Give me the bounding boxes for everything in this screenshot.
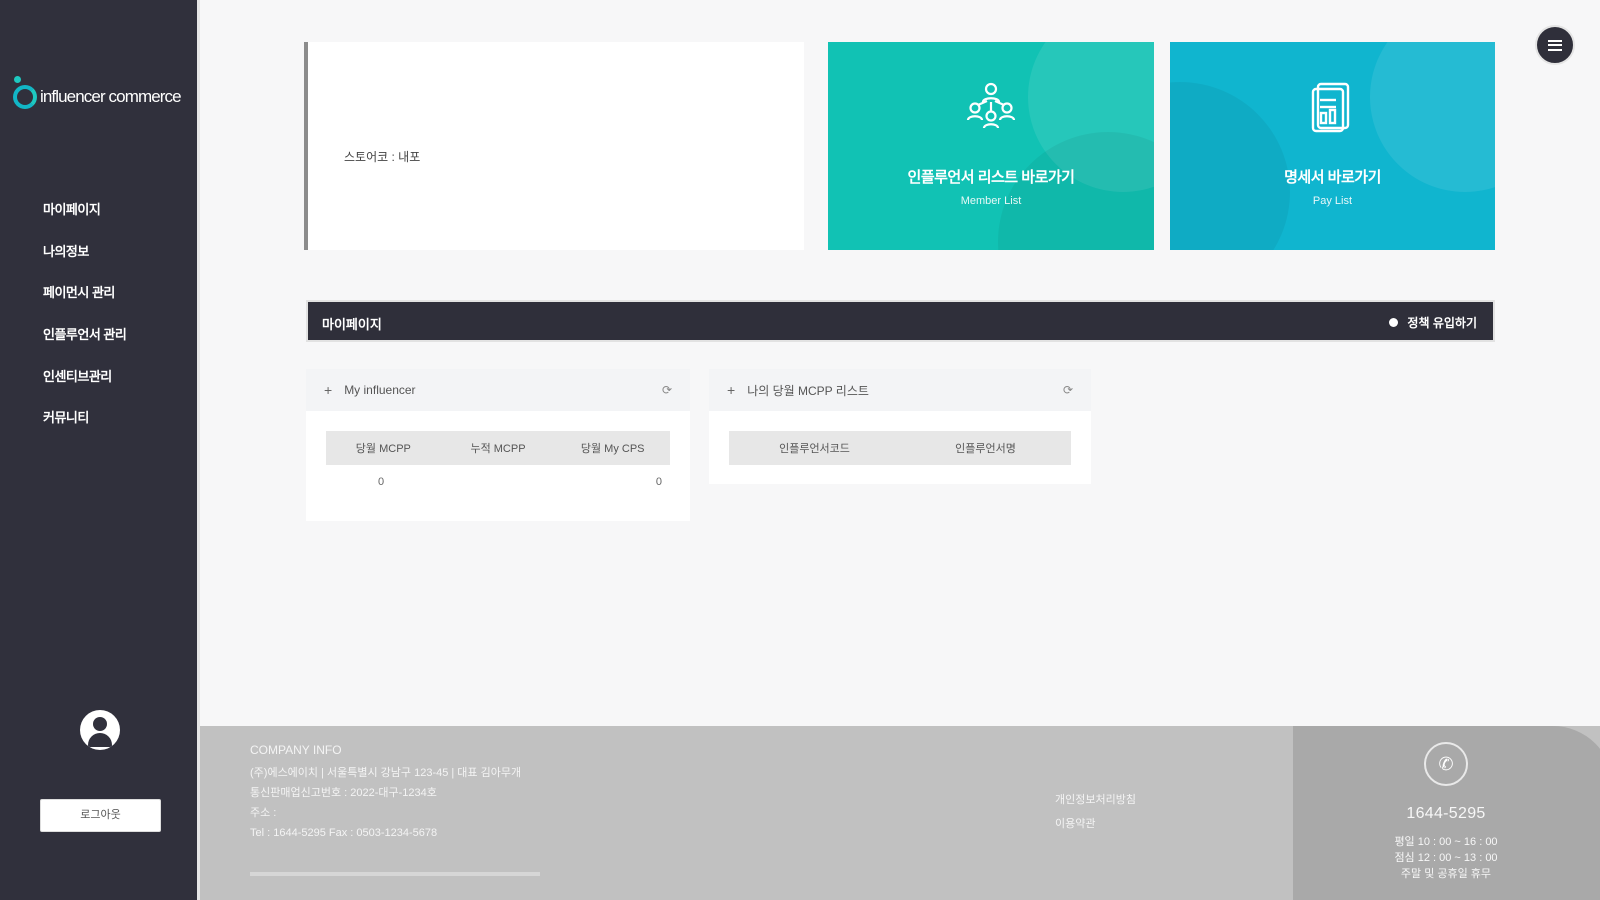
footer-links: 개인정보처리방침 이용약관 [1055, 788, 1136, 836]
mcpp-list-panel: + 나의 당월 MCPP 리스트 ⟳ 인플루언서코드 인플루언서명 [709, 369, 1091, 484]
sidebar-item-influencer-management[interactable]: 인플루언서 관리 [43, 327, 127, 369]
terms-link[interactable]: 이용약관 [1055, 812, 1136, 836]
company-heading: COMPANY INFO [250, 743, 342, 757]
company-line: Tel : 1644-5295 Fax : 0503-1234-5678 [250, 827, 438, 839]
panel-header: + 나의 당월 MCPP 리스트 ⟳ [709, 369, 1091, 411]
logo-text: influencer commerce [40, 87, 182, 106]
panel-header: + My influencer ⟳ [306, 369, 690, 411]
cs-phone-number[interactable]: 1644-5295 [1293, 805, 1599, 823]
company-line: 주소 : [250, 807, 277, 819]
table-cell: 0 [655, 476, 662, 488]
panel-title: My influencer [344, 383, 416, 397]
store-info-card: 스토어코 : 내포 [304, 42, 804, 250]
member-list-subtitle: Member List [960, 195, 1022, 207]
document-icon [1310, 80, 1356, 139]
column-header: 인플루언서명 [955, 443, 1016, 455]
logout-button[interactable]: 로그아웃 [40, 799, 161, 832]
phone-icon: ✆ [1424, 742, 1468, 786]
column-header: 인플루언서코드 [779, 443, 850, 455]
hamburger-icon[interactable] [1535, 25, 1575, 65]
panel-title: 나의 당월 MCPP 리스트 [747, 383, 869, 398]
refresh-icon[interactable]: ⟳ [1063, 383, 1073, 397]
column-header: 당월 MCPP [355, 443, 411, 455]
sidebar: influencer commerce 마이페이지 나의정보 페이먼시 관리 인… [0, 0, 200, 900]
pay-list-title: 명세서 바로가기 [1284, 169, 1381, 186]
plus-icon[interactable]: + [727, 382, 735, 398]
brand-logo[interactable]: influencer commerce [12, 76, 182, 112]
member-list-card[interactable]: 인플루언서 리스트 바로가기 Member List [828, 42, 1154, 250]
pay-list-card[interactable]: 명세서 바로가기 Pay List [1170, 42, 1495, 250]
cs-hours: 평일 10 : 00 ~ 16 : 00 점심 12 : 00 ~ 13 : 0… [1293, 834, 1599, 882]
column-header: 누적 MCPP [470, 443, 526, 455]
sidebar-item-incentive-management[interactable]: 인센티브관리 [43, 369, 126, 411]
refresh-icon[interactable]: ⟳ [662, 383, 672, 397]
column-header: 당월 My CPS [580, 443, 645, 455]
sidebar-item-payment-management[interactable]: 페이먼시 관리 [43, 285, 126, 327]
company-info: COMPANY INFO (주)에스에이치 | 서울특별시 강남구 123-45… [250, 740, 521, 843]
logo-icon [12, 76, 38, 112]
table-cell: 0 [378, 476, 385, 488]
sidebar-item-my-info[interactable]: 나의정보 [43, 244, 126, 286]
copyright-line [250, 872, 540, 876]
sidebar-item-community[interactable]: 커뮤니티 [43, 410, 126, 452]
table-row: 0 0 [326, 465, 670, 499]
cs-hours-line: 평일 10 : 00 ~ 16 : 00 [1394, 836, 1498, 848]
company-line: 통신판매업신고번호 : 2022-대구-1234호 [250, 787, 437, 799]
sidebar-item-mypage[interactable]: 마이페이지 [43, 202, 126, 244]
dashboard-title: 마이페이지 [322, 317, 382, 332]
customer-service-box: ✆ 1644-5295 평일 10 : 00 ~ 16 : 00 점심 12 :… [1293, 726, 1600, 900]
bullet-icon [1389, 318, 1399, 327]
people-network-icon [965, 80, 1017, 137]
company-line: (주)에스에이치 | 서울특별시 강남구 123-45 | 대표 김아무개 [250, 767, 522, 779]
footer: COMPANY INFO (주)에스에이치 | 서울특별시 강남구 123-45… [200, 726, 1600, 900]
member-list-title: 인플루언서 리스트 바로가기 [907, 169, 1075, 186]
table-header: 인플루언서코드 인플루언서명 [729, 431, 1071, 465]
cs-hours-line: 주말 및 공휴일 휴무 [1400, 868, 1492, 880]
privacy-policy-link[interactable]: 개인정보처리방침 [1055, 788, 1136, 812]
user-avatar-icon[interactable] [80, 710, 120, 750]
sidebar-nav: 마이페이지 나의정보 페이먼시 관리 인플루언서 관리 인센티브관리 커뮤니티 [43, 202, 127, 452]
policy-action-button[interactable]: 정책 유입하기 [1389, 314, 1477, 331]
policy-action-label: 정책 유입하기 [1407, 316, 1477, 330]
my-influencer-panel: + My influencer ⟳ 당월 MCPP 누적 MCPP 당월 My … [306, 369, 690, 521]
store-status-text: 스토어코 : 내포 [344, 150, 421, 164]
plus-icon[interactable]: + [324, 382, 332, 398]
dashboard-header: 마이페이지 정책 유입하기 [306, 300, 1495, 342]
table-header: 당월 MCPP 누적 MCPP 당월 My CPS [326, 431, 670, 465]
pay-list-subtitle: Pay List [1312, 195, 1353, 207]
cs-hours-line: 점심 12 : 00 ~ 13 : 00 [1394, 852, 1498, 864]
